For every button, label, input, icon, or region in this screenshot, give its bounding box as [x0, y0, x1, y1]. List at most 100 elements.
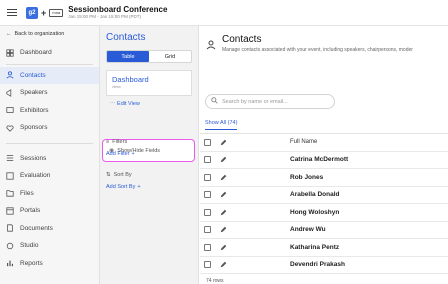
views-panel: Contacts Table Grid Dashboard views ⋯ Ed… — [100, 26, 199, 284]
column-header-full-name[interactable]: Full Name — [290, 139, 317, 145]
view-card[interactable]: Dashboard views — [106, 70, 192, 96]
sidebar-item-sessions[interactable]: Sessions — [0, 150, 99, 168]
row-checkbox[interactable] — [204, 156, 211, 164]
person-icon — [206, 37, 216, 55]
table-row[interactable]: Arabella Donald — [200, 187, 448, 204]
sidebar-item-sponsors[interactable]: Sponsors — [0, 119, 99, 137]
sidebar: ← Back to organization Dashboard Contact… — [0, 26, 100, 284]
edit-view-link[interactable]: ⋯ Edit View — [100, 96, 198, 107]
files-icon — [6, 189, 14, 197]
pencil-icon[interactable] — [220, 261, 228, 268]
full-name-cell: Devendri Prakash — [290, 261, 345, 269]
pencil-icon[interactable] — [220, 191, 228, 198]
back-label: Back to organization — [14, 31, 65, 37]
person-icon — [6, 71, 14, 79]
sidebar-item-label: Contacts — [20, 71, 46, 79]
tab-bar: Show All (74) — [205, 120, 238, 130]
page-header: Contacts Manage contacts associated with… — [200, 26, 448, 55]
row-checkbox[interactable] — [204, 243, 211, 251]
table-view-button[interactable]: Table — [107, 51, 149, 62]
select-all-checkbox[interactable] — [204, 138, 211, 146]
sort-header: ⇅ Sort By — [106, 172, 141, 178]
filters-section: ≡ Filters Add Filter + — [106, 139, 135, 157]
filters-label: Filters — [112, 139, 128, 145]
sponsor-icon — [6, 124, 14, 132]
add-sort-button[interactable]: Add Sort By + — [106, 184, 141, 190]
pencil-icon[interactable] — [220, 244, 228, 251]
sidebar-item-contacts[interactable]: Contacts — [0, 66, 99, 84]
table-row[interactable]: Devendri Prakash — [200, 257, 448, 274]
sidebar-item-label: Files — [20, 189, 34, 197]
sidebar-item-files[interactable]: Files — [0, 185, 99, 203]
pencil-icon — [220, 139, 228, 146]
table-row[interactable]: Andrew Wu — [200, 222, 448, 239]
pencil-icon[interactable] — [220, 174, 228, 181]
sidebar-item-dashboard[interactable]: Dashboard — [0, 44, 99, 62]
row-checkbox[interactable] — [204, 226, 211, 234]
sidebar-item-speakers[interactable]: Speakers — [0, 84, 99, 102]
edit-view-label: Edit View — [117, 101, 140, 107]
sort-label: Sort By — [113, 172, 132, 178]
menu-icon[interactable] — [7, 8, 17, 17]
sidebar-item-label: Speakers — [20, 89, 48, 97]
sidebar-item-label: Reports — [20, 259, 43, 267]
sidebar-item-documents[interactable]: Documents — [0, 220, 99, 238]
sidebar-item-reports[interactable]: Reports — [0, 255, 99, 273]
pencil-icon[interactable] — [220, 226, 228, 233]
row-checkbox[interactable] — [204, 173, 211, 181]
portals-icon — [6, 207, 14, 215]
row-count: 74 rows — [206, 278, 224, 284]
sidebar-item-portals[interactable]: Portals — [0, 202, 99, 220]
sidebar-item-label: Studio — [20, 242, 39, 250]
pencil-icon[interactable] — [220, 209, 228, 216]
dashboard-icon — [6, 49, 14, 57]
sidebar-item-label: Portals — [20, 207, 41, 215]
sidebar-item-label: Evaluation — [20, 172, 51, 180]
filter-icon: ≡ — [106, 139, 110, 145]
search-placeholder: Search by name or email... — [222, 98, 288, 105]
back-to-organization-link[interactable]: ← Back to organization — [0, 26, 99, 42]
plus-icon: + — [131, 151, 135, 157]
row-checkbox[interactable] — [204, 261, 211, 269]
page-title: Contacts — [222, 34, 262, 45]
evaluation-icon — [6, 172, 14, 180]
full-name-cell: Katharina Pentz — [290, 243, 340, 251]
reports-icon — [6, 259, 14, 267]
sort-icon: ⇅ — [106, 172, 111, 178]
full-name-cell: Catrina McDermott — [290, 156, 349, 164]
sidebar-item-exhibitors[interactable]: Exhibitors — [0, 102, 99, 120]
partner-logo: mna — [49, 8, 64, 17]
table-row[interactable]: Hong Woloshyn — [200, 204, 448, 222]
full-name-cell: Andrew Wu — [290, 226, 326, 234]
filters-header: ≡ Filters — [106, 139, 135, 145]
event-info: Sessionboard Conference Jan 15:00 PM - J… — [68, 4, 168, 20]
view-name: Dashboard — [112, 75, 149, 84]
sidebar-item-label: Dashboard — [20, 49, 52, 57]
exhibitor-icon — [6, 106, 14, 114]
add-filter-label: Add Filter — [106, 151, 130, 157]
grid-view-button[interactable]: Grid — [149, 51, 191, 62]
table-header-row: Full Name — [200, 134, 448, 152]
sidebar-item-evaluation[interactable]: Evaluation — [0, 167, 99, 185]
sidebar-item-studio[interactable]: Studio — [0, 237, 99, 255]
table-row[interactable]: Catrina McDermott — [200, 152, 448, 169]
plus-separator: + — [41, 7, 47, 18]
sessions-icon — [6, 154, 14, 162]
full-name-cell: Arabella Donald — [290, 191, 340, 199]
row-checkbox[interactable] — [204, 191, 211, 199]
row-checkbox[interactable] — [204, 208, 211, 216]
app-logo: g2 — [26, 6, 38, 19]
sidebar-item-label: Sessions — [20, 154, 47, 162]
table-row[interactable]: Katharina Pentz — [200, 239, 448, 257]
search-input[interactable]: Search by name or email... — [205, 94, 335, 109]
table-row[interactable]: Rob Jones — [200, 169, 448, 187]
add-sort-label: Add Sort By — [106, 184, 136, 190]
sidebar-item-label: Exhibitors — [20, 106, 49, 114]
arrow-left-icon: ← — [6, 31, 12, 37]
add-filter-button[interactable]: Add Filter + — [106, 151, 135, 157]
contacts-table: Full Name Catrina McDermott Rob Jones Ar… — [200, 134, 448, 274]
pencil-icon[interactable] — [220, 156, 228, 163]
tab-show-all[interactable]: Show All (74) — [205, 120, 238, 130]
event-title: Sessionboard Conference — [68, 4, 168, 14]
sort-section: ⇅ Sort By Add Sort By + — [106, 172, 141, 190]
